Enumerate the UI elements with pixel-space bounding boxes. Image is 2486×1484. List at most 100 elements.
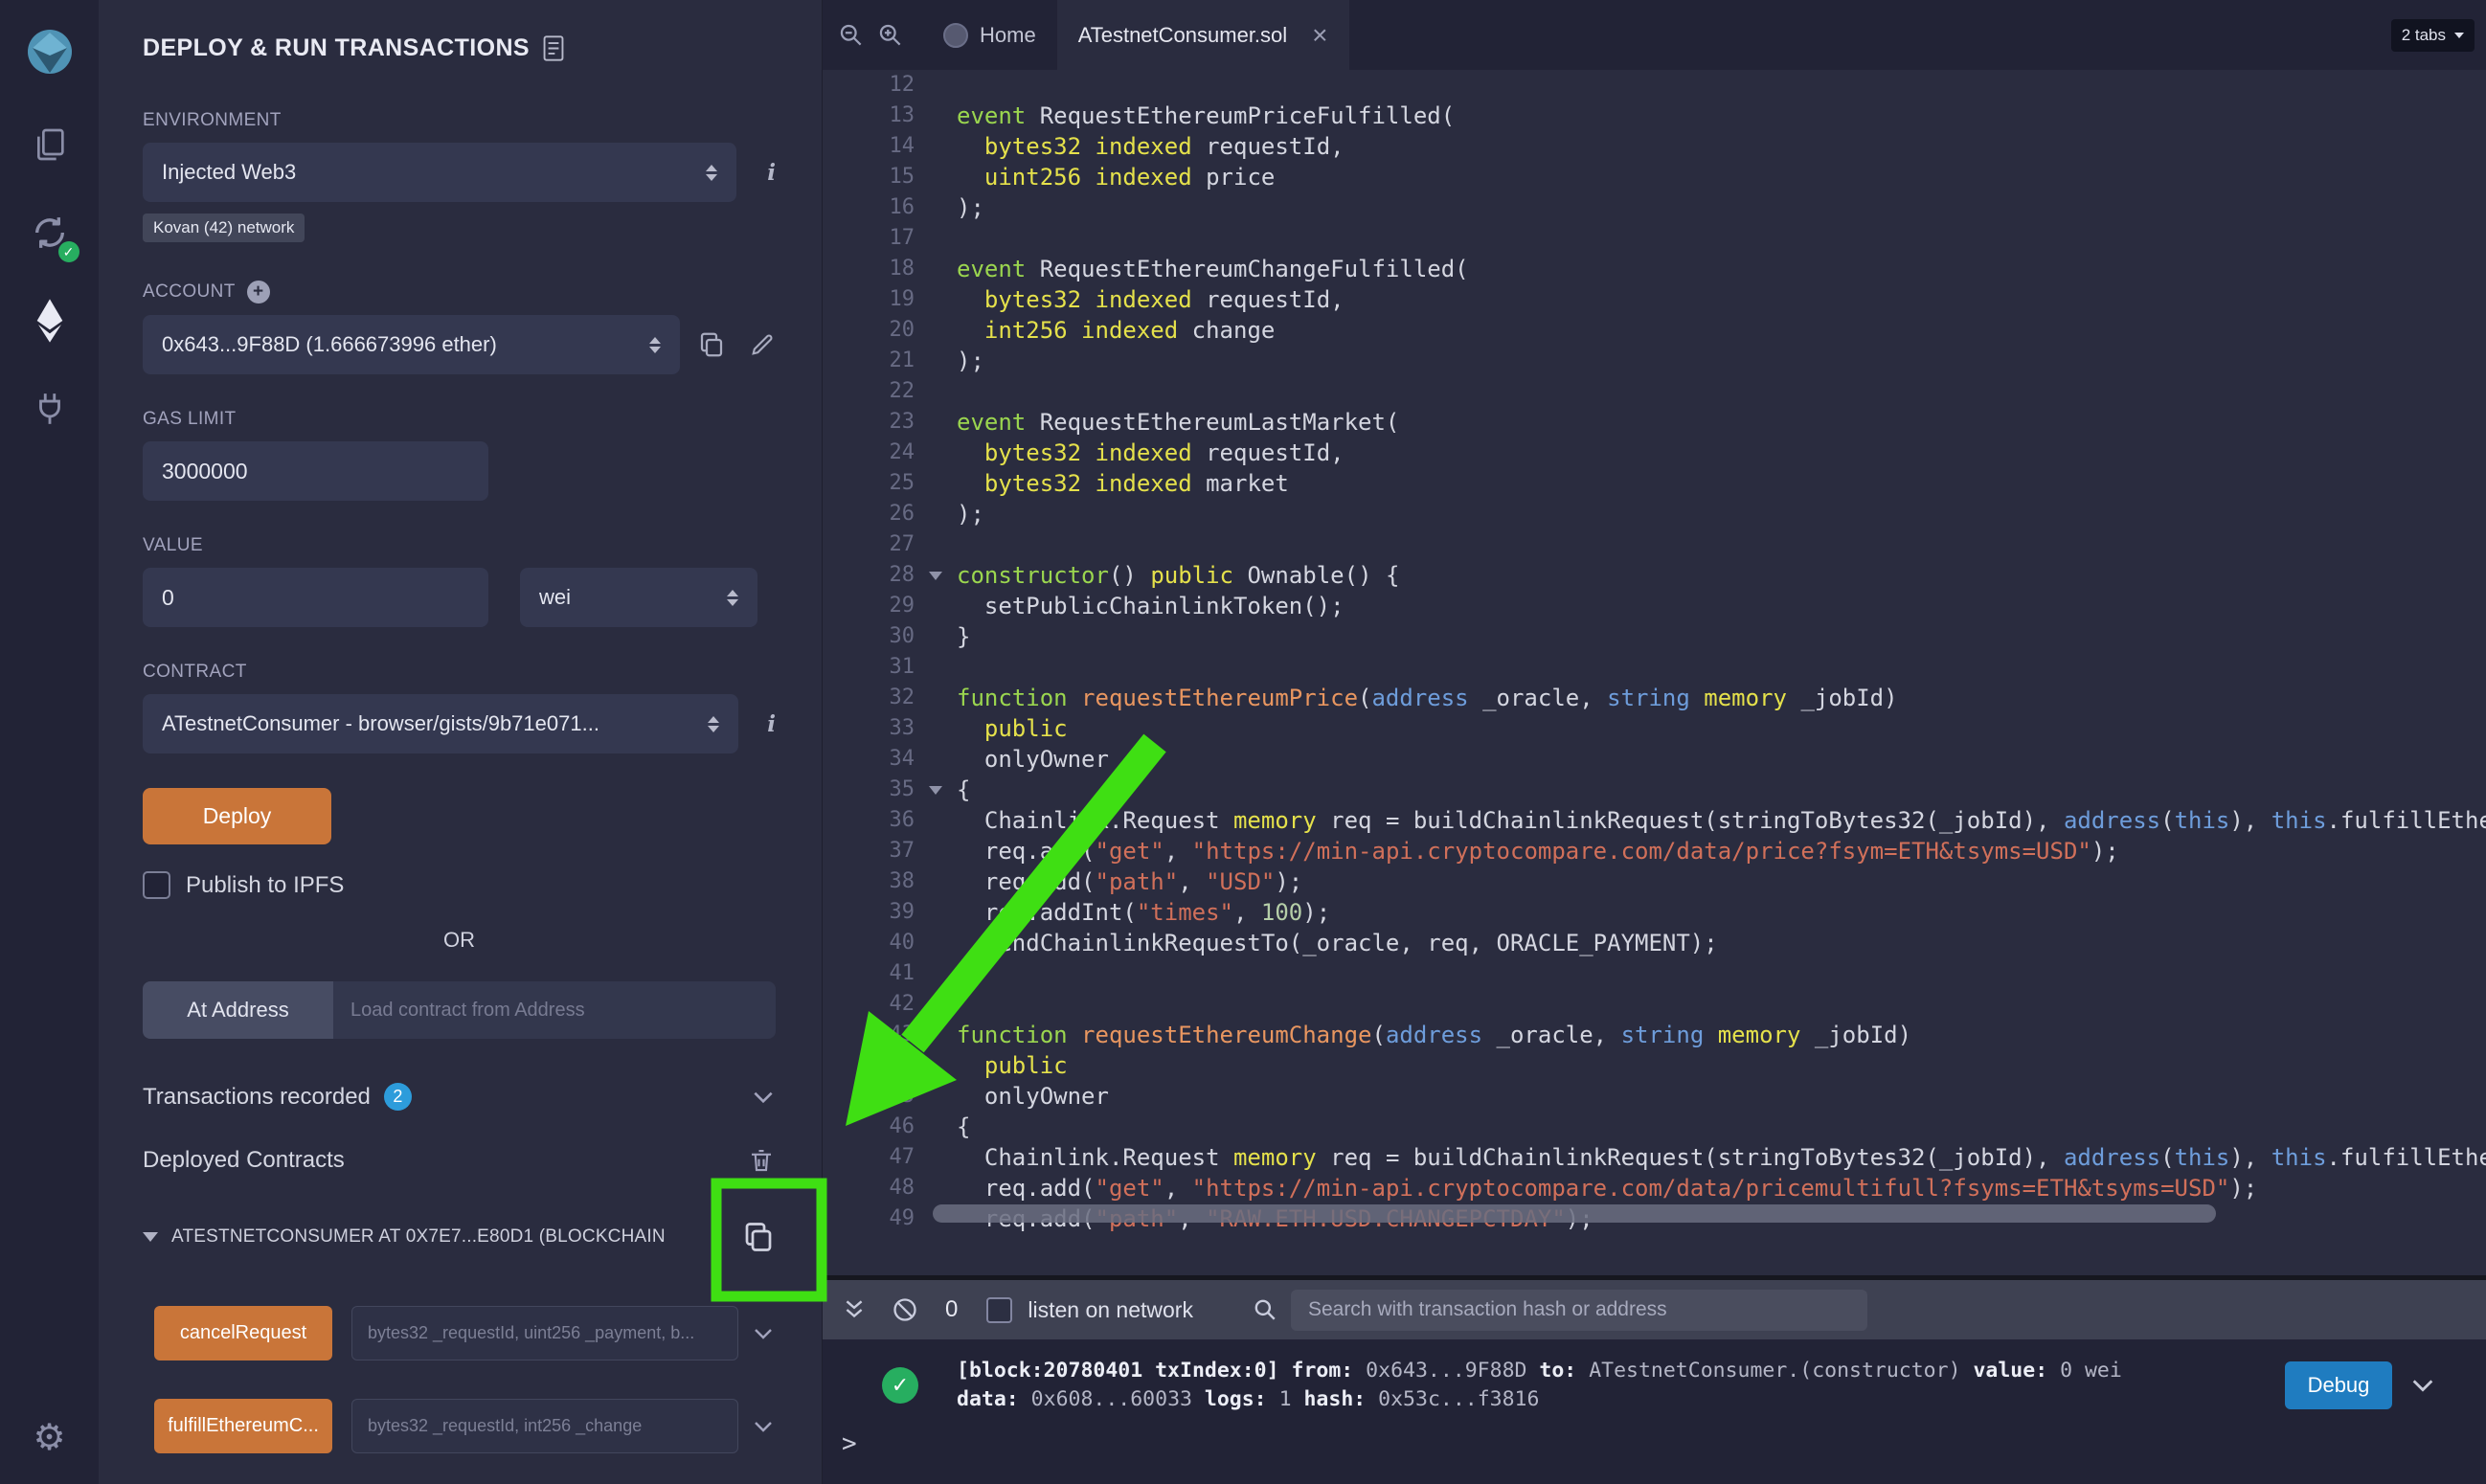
code-line[interactable]: 15 uint256 indexed price	[823, 162, 2486, 192]
code-line[interactable]: 22	[823, 376, 2486, 407]
terminal-search-input[interactable]	[1291, 1290, 1867, 1331]
tab-atestnetconsumer[interactable]: ATestnetConsumer.sol ×	[1057, 0, 1349, 70]
code-line[interactable]: 36 Chainlink.Request memory req = buildC…	[823, 805, 2486, 836]
expand-caret-icon[interactable]	[143, 1232, 158, 1242]
code-line[interactable]: 29 setPublicChainlinkToken();	[823, 591, 2486, 621]
zoom-in-icon[interactable]	[877, 22, 903, 48]
account-select[interactable]: 0x643...9F88D (1.666673996 ether)	[143, 315, 680, 374]
code-line[interactable]: 38 req.add("path", "USD");	[823, 866, 2486, 897]
code-line[interactable]: 27	[823, 529, 2486, 560]
transactions-chevron-down-icon[interactable]	[751, 1085, 776, 1110]
contract-select[interactable]: ATestnetConsumer - browser/gists/9b71e07…	[143, 694, 738, 753]
tab-home[interactable]: Home	[922, 0, 1057, 70]
code-line[interactable]: 47 Chainlink.Request memory req = buildC…	[823, 1142, 2486, 1173]
horizontal-scrollbar[interactable]	[933, 1204, 2216, 1223]
terminal-prompt[interactable]: >	[823, 1414, 2486, 1458]
tab-home-label: Home	[980, 23, 1036, 48]
editor-tab-bar: Home ATestnetConsumer.sol × 2 tabs	[823, 0, 2486, 70]
plugin-manager-icon[interactable]	[22, 381, 78, 437]
close-tab-icon[interactable]: ×	[1312, 22, 1327, 49]
copy-contract-address-icon[interactable]	[741, 1220, 776, 1254]
select-caret-icon	[706, 165, 717, 181]
environment-select[interactable]: Injected Web3	[143, 143, 736, 202]
code-line[interactable]: 32function requestEthereumPrice(address …	[823, 683, 2486, 713]
network-badge: Kovan (42) network	[143, 214, 305, 242]
code-line[interactable]: 45 onlyOwner	[823, 1081, 2486, 1112]
solidity-compiler-icon[interactable]: ✓	[22, 205, 78, 260]
fulfill-ethereum-change-params-input[interactable]	[351, 1399, 738, 1453]
cancel-request-params-input[interactable]	[351, 1306, 738, 1360]
file-explorer-icon[interactable]	[22, 117, 78, 172]
code-line[interactable]: 18event RequestEthereumChangeFulfilled(	[823, 254, 2486, 284]
publish-ipfs-checkbox[interactable]	[143, 871, 170, 899]
function-chevron-down-icon[interactable]	[752, 1415, 775, 1438]
tabs-menu-label: 2 tabs	[2402, 26, 2446, 45]
code-line[interactable]: 23event RequestEthereumLastMarket(	[823, 407, 2486, 438]
code-line[interactable]: 17	[823, 223, 2486, 254]
deploy-run-panel: DEPLOY & RUN TRANSACTIONS ENVIRONMENT In…	[99, 0, 822, 1484]
code-line[interactable]: 46{	[823, 1112, 2486, 1142]
code-line[interactable]: 12	[823, 70, 2486, 101]
deploy-button[interactable]: Deploy	[143, 788, 331, 844]
code-line[interactable]: 33 public	[823, 713, 2486, 744]
function-chevron-down-icon[interactable]	[752, 1322, 775, 1345]
trash-icon[interactable]	[747, 1145, 776, 1176]
environment-value: Injected Web3	[162, 160, 296, 185]
cancel-request-button[interactable]: cancelRequest	[154, 1306, 332, 1360]
code-line[interactable]: 20 int256 indexed change	[823, 315, 2486, 346]
contract-info-icon[interactable]: i	[767, 711, 776, 737]
listen-on-network-checkbox[interactable]	[986, 1297, 1012, 1323]
value-unit-select[interactable]: wei	[520, 568, 757, 627]
code-line[interactable]: 14 bytes32 indexed requestId,	[823, 131, 2486, 162]
value-input[interactable]	[143, 568, 488, 627]
fulfill-ethereum-change-button[interactable]: fulfillEthereumC...	[154, 1399, 332, 1453]
code-line[interactable]: 41}	[823, 958, 2486, 989]
remix-logo-icon[interactable]	[23, 25, 77, 79]
code-editor[interactable]: 1213event RequestEthereumPriceFulfilled(…	[823, 70, 2486, 1234]
terminal-clear-icon[interactable]	[892, 1296, 918, 1323]
code-line[interactable]: 13event RequestEthereumPriceFulfilled(	[823, 101, 2486, 131]
terminal-collapse-icon[interactable]	[842, 1297, 867, 1322]
code-line[interactable]: 39 req.addInt("times", 100);	[823, 897, 2486, 928]
debug-button[interactable]: Debug	[2285, 1361, 2392, 1409]
tabs-menu-button[interactable]: 2 tabs	[2391, 19, 2475, 52]
settings-gear-icon[interactable]: ⚙	[33, 1416, 65, 1459]
copy-account-icon[interactable]	[697, 330, 726, 359]
code-line[interactable]: 24 bytes32 indexed requestId,	[823, 438, 2486, 468]
zoom-out-icon[interactable]	[838, 22, 864, 48]
code-line[interactable]: 28constructor() public Ownable() {	[823, 560, 2486, 591]
log-expand-chevron-icon[interactable]	[2409, 1372, 2436, 1399]
at-address-input[interactable]	[333, 981, 776, 1039]
code-line[interactable]: 21);	[823, 346, 2486, 376]
listen-on-network-label: listen on network	[1028, 1297, 1193, 1323]
code-line[interactable]: 19 bytes32 indexed requestId,	[823, 284, 2486, 315]
contract-value: ATestnetConsumer - browser/gists/9b71e07…	[162, 711, 599, 736]
panel-title: DEPLOY & RUN TRANSACTIONS	[143, 34, 530, 62]
deployed-contract-item[interactable]: ATESTNETCONSUMER AT 0X7E7...E80D1 (BLOCK…	[143, 1220, 776, 1254]
code-line[interactable]: 44 public	[823, 1050, 2486, 1081]
deploy-run-icon[interactable]	[22, 293, 78, 349]
code-line[interactable]: 37 req.add("get", "https://min-api.crypt…	[823, 836, 2486, 866]
gas-limit-input[interactable]	[143, 441, 488, 501]
code-line[interactable]: 48 req.add("get", "https://min-api.crypt…	[823, 1173, 2486, 1203]
code-line[interactable]: 31	[823, 652, 2486, 683]
editor-area: Home ATestnetConsumer.sol × 2 tabs 1213e…	[822, 0, 2486, 1484]
sign-message-pencil-icon[interactable]	[749, 331, 776, 358]
terminal-log-text[interactable]: [block:20780401 txIndex:0] from: 0x643..…	[957, 1357, 2285, 1414]
code-line[interactable]: 40 sendChainlinkRequestTo(_oracle, req, …	[823, 928, 2486, 958]
add-account-icon[interactable]: +	[247, 281, 270, 304]
code-line[interactable]: 26);	[823, 499, 2486, 529]
code-line[interactable]: 25 bytes32 indexed market	[823, 468, 2486, 499]
account-label: ACCOUNT	[143, 281, 236, 303]
documentation-icon[interactable]	[543, 35, 564, 61]
code-line[interactable]: 35{	[823, 775, 2486, 805]
code-line[interactable]: 16);	[823, 192, 2486, 223]
code-line[interactable]: 42	[823, 989, 2486, 1020]
code-line[interactable]: 43function requestEthereumChange(address…	[823, 1020, 2486, 1050]
transaction-log-row: ✓ [block:20780401 txIndex:0] from: 0x643…	[823, 1339, 2486, 1414]
value-unit: wei	[539, 585, 571, 610]
environment-info-icon[interactable]: i	[767, 160, 776, 186]
at-address-button[interactable]: At Address	[143, 981, 333, 1039]
code-line[interactable]: 30}	[823, 621, 2486, 652]
code-line[interactable]: 34 onlyOwner	[823, 744, 2486, 775]
